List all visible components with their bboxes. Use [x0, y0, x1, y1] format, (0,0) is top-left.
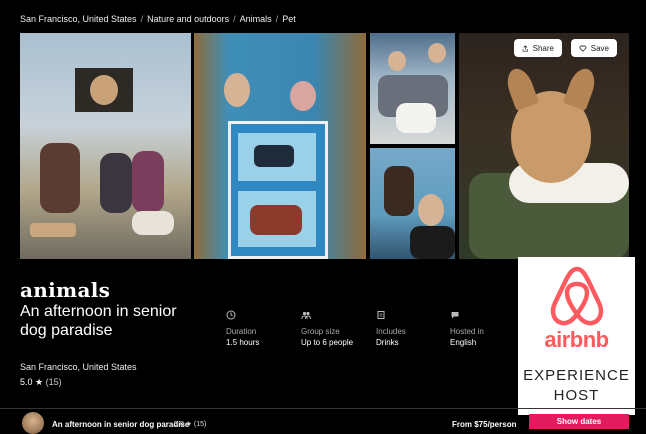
dog-ear	[562, 65, 600, 111]
breadcrumb-separator: /	[275, 14, 279, 24]
person-figure	[132, 151, 164, 213]
breadcrumb-item[interactable]: Pet	[282, 14, 296, 24]
detail-value: English	[450, 338, 477, 347]
badge-line-host: HOST	[553, 387, 600, 404]
review-count: (15)	[45, 377, 62, 387]
bulldog	[132, 211, 174, 235]
detail-duration: Duration 1.5 hours	[226, 310, 259, 347]
share-button[interactable]: Share	[514, 39, 562, 57]
person-face	[290, 81, 316, 111]
dogs	[396, 103, 436, 133]
location-text: San Francisco, United States	[20, 362, 137, 372]
share-icon	[522, 44, 528, 51]
breadcrumb-item[interactable]: Nature and outdoors	[147, 14, 229, 24]
breadcrumb-item[interactable]: San Francisco, United States	[20, 14, 137, 24]
detail-value: Up to 6 people	[301, 338, 354, 347]
person-face	[224, 73, 250, 107]
airbnb-logo-icon	[550, 266, 604, 326]
badge-line-experience: EXPERIENCE	[523, 367, 630, 384]
heart-icon	[579, 45, 587, 52]
experience-host-badge: airbnb EXPERIENCE HOST	[518, 257, 635, 415]
gallery-photo-sleeping-dog[interactable]	[459, 33, 629, 259]
person-face	[428, 43, 446, 63]
detail-label: Group size	[301, 327, 340, 336]
breadcrumb-separator: /	[140, 14, 144, 24]
category-wordmark: animals	[20, 278, 111, 302]
person-figure	[40, 143, 80, 213]
footer-rating: 5.0 ★ (15)	[174, 421, 207, 428]
page-title: An afternoon in senior dog paradise	[20, 303, 177, 339]
dog-portrait	[90, 75, 118, 105]
show-dates-button[interactable]: Show dates	[529, 414, 629, 429]
gallery-photo-group[interactable]	[370, 33, 455, 144]
breadcrumb-item[interactable]: Animals	[240, 14, 272, 24]
save-label: Save	[590, 43, 609, 53]
small-dog	[384, 166, 414, 216]
airbnb-wordmark: airbnb	[544, 327, 609, 352]
detail-group-size: Group size Up to 6 people	[301, 310, 353, 347]
detail-language: Hosted in English	[450, 310, 484, 347]
save-button[interactable]: Save	[571, 39, 617, 57]
clock-icon	[226, 310, 236, 320]
gallery-photo-hold-dog[interactable]	[370, 148, 455, 259]
detail-includes: Includes Drinks	[376, 310, 406, 347]
gallery-photo-door[interactable]	[194, 33, 366, 259]
star-icon: ★	[35, 377, 44, 387]
detail-value: Drinks	[376, 338, 399, 347]
host-avatar	[22, 412, 44, 434]
person-figure	[410, 226, 455, 259]
dog-decal	[250, 205, 302, 235]
person-face	[418, 194, 444, 226]
dog-decal	[254, 145, 294, 167]
detail-value: 1.5 hours	[226, 338, 260, 347]
breadcrumb-separator: /	[233, 14, 236, 24]
price-text: From $75/person	[452, 420, 517, 429]
rating[interactable]: 5.0 ★ (15)	[20, 377, 62, 388]
rating-value: 5.0	[20, 377, 33, 387]
person-face	[388, 51, 406, 71]
gallery-photo-room[interactable]	[20, 33, 191, 259]
group-icon	[301, 311, 311, 320]
drink-icon	[377, 311, 385, 319]
person-figure	[100, 153, 132, 213]
detail-label: Hosted in	[450, 327, 484, 336]
detail-label: Duration	[226, 327, 257, 336]
breadcrumb: San Francisco, United States / Nature an…	[20, 14, 296, 24]
dog-bed	[30, 223, 76, 237]
detail-label: Includes	[376, 327, 406, 336]
chat-icon	[451, 312, 459, 319]
dog-ear	[502, 65, 540, 111]
share-label: Share	[532, 43, 554, 53]
footer-title: An afternoon in senior dog paradise	[52, 420, 190, 429]
